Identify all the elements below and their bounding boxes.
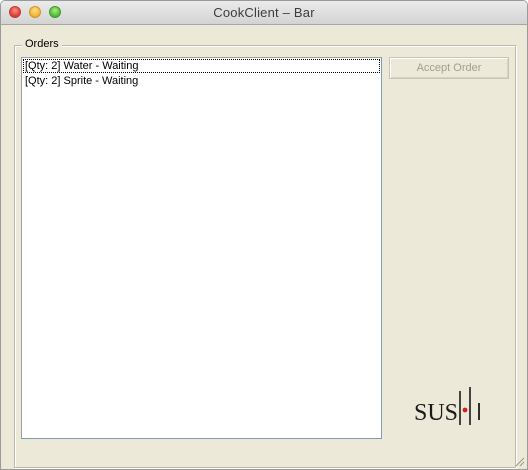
title-bar[interactable]: CookClient – Bar	[1, 1, 527, 25]
orders-group-label: Orders	[22, 38, 62, 50]
svg-text:SUS: SUS	[414, 400, 458, 426]
sushi-logo-graphic: SUS	[414, 387, 480, 426]
orders-listbox[interactable]: [Qty: 2] Water - Waiting [Qty: 2] Sprite…	[21, 57, 382, 439]
resize-grip-icon[interactable]	[513, 455, 525, 467]
window-title: CookClient – Bar	[213, 5, 315, 20]
sushi-logo: SUS	[413, 383, 485, 431]
list-item[interactable]: [Qty: 2] Water - Waiting	[23, 59, 380, 73]
content-area: Orders [Qty: 2] Water - Waiting [Qty: 2]…	[1, 25, 527, 469]
logo-accent-dot	[462, 407, 468, 413]
list-item[interactable]: [Qty: 2] Sprite - Waiting	[23, 74, 380, 88]
app-window: CookClient – Bar Orders [Qty: 2] Water -…	[0, 0, 528, 470]
accept-order-button[interactable]: Accept Order	[389, 57, 509, 79]
